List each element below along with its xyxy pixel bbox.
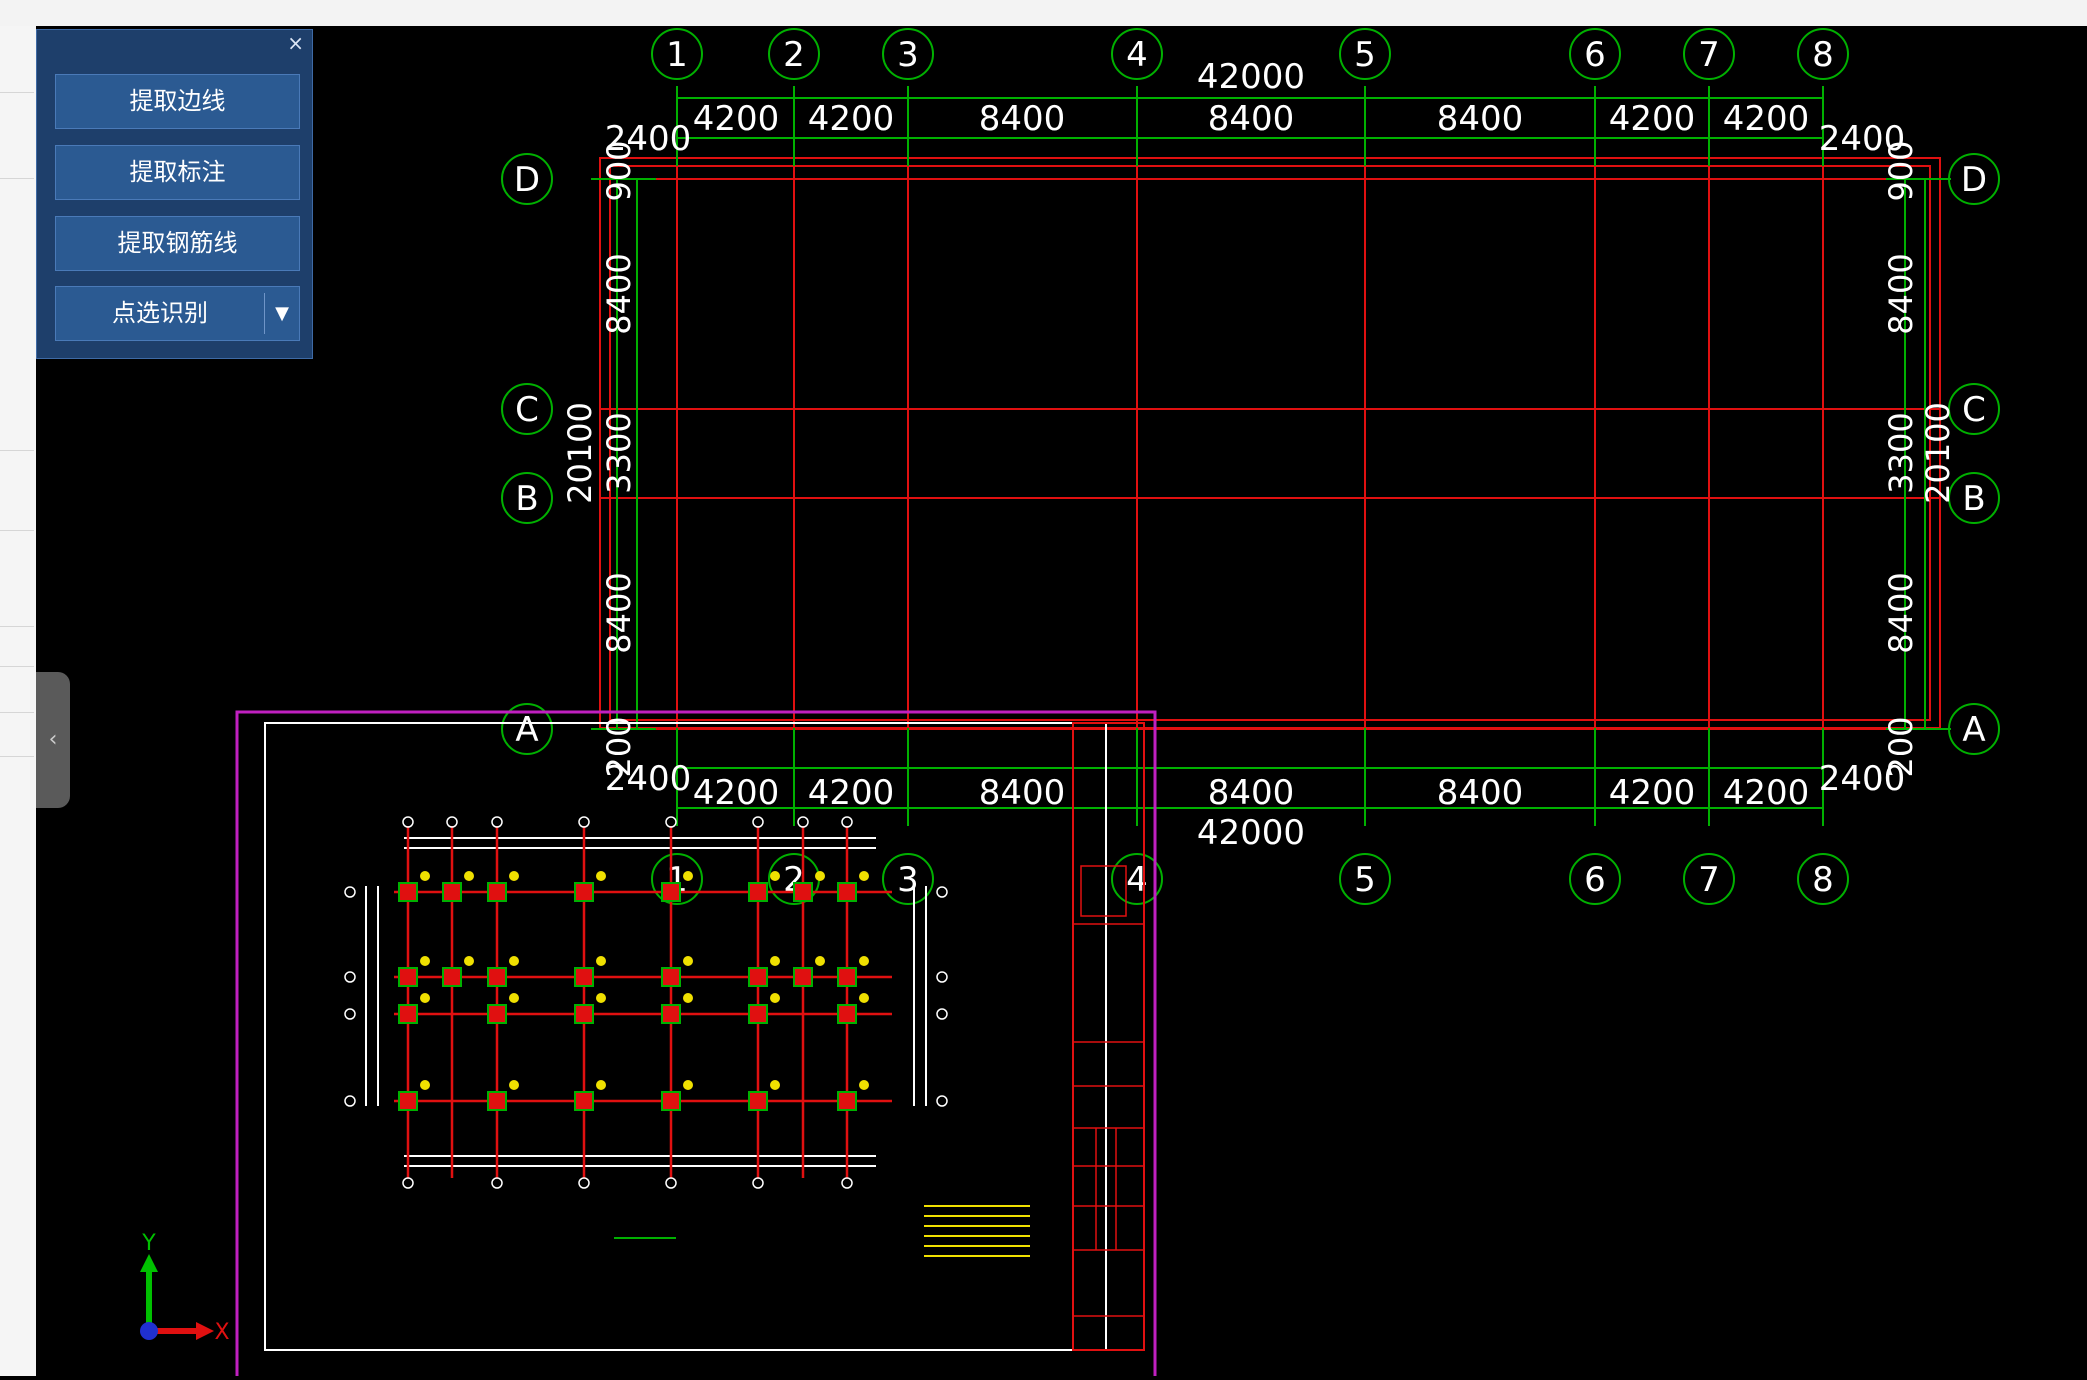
dim-right-bottom-offset: 200 xyxy=(1882,716,1920,777)
axis-label-right-A: A xyxy=(1962,710,1985,750)
axis-label-top-1: 1 xyxy=(666,35,688,75)
axis-label-right-D: D xyxy=(1961,160,1987,200)
ucs-y-label: Y xyxy=(141,1231,156,1256)
panel-titlebar[interactable]: × xyxy=(37,30,312,58)
dim-bottom-bay-7: 4200 xyxy=(1723,773,1810,813)
cad-drawing-canvas[interactable]: 1 2 3 4 5 6 7 8 1 2 3 4 5 6 7 8 D C B A … xyxy=(36,26,2087,1380)
top-toolbar-strip xyxy=(0,0,2087,26)
dim-left-span-3: 8400 xyxy=(600,572,638,653)
axis-label-right-C: C xyxy=(1962,390,1986,430)
axis-label-bottom-5: 5 xyxy=(1354,860,1376,900)
dim-left-top-offset: 900 xyxy=(600,140,638,201)
dim-top-bay-7: 4200 xyxy=(1723,99,1810,139)
collapse-panel-handle[interactable]: ‹ xyxy=(36,672,70,808)
dim-bottom-bay-4: 8400 xyxy=(1208,773,1295,813)
dim-overall-top: 42000 xyxy=(1197,57,1305,97)
dim-top-bay-1: 4200 xyxy=(693,99,780,139)
axis-label-top-7: 7 xyxy=(1698,35,1720,75)
recognition-tool-panel: × 提取边线 提取标注 提取钢筋线 点选识别 ▼ xyxy=(36,29,313,359)
point-select-recognize-split-button[interactable]: 点选识别 ▼ xyxy=(55,286,300,341)
axis-label-bottom-3: 3 xyxy=(897,860,919,900)
dim-bottom-bay-6: 4200 xyxy=(1609,773,1696,813)
left-side-panel xyxy=(0,26,37,1376)
axis-label-left-A: A xyxy=(515,710,538,750)
dim-right-span-2: 3300 xyxy=(1882,412,1920,493)
dim-top-bay-5: 8400 xyxy=(1437,99,1524,139)
point-select-recognize-label[interactable]: 点选识别 xyxy=(56,287,264,340)
axis-label-left-C: C xyxy=(515,390,539,430)
axis-label-top-4: 4 xyxy=(1126,35,1148,75)
dim-bottom-bay-1: 4200 xyxy=(693,773,780,813)
axis-label-bottom-8: 8 xyxy=(1812,860,1834,900)
dim-left-span-2: 3300 xyxy=(600,412,638,493)
axis-label-right-B: B xyxy=(1962,479,1985,519)
dim-left-overall: 20100 xyxy=(561,402,599,504)
axis-label-top-8: 8 xyxy=(1812,35,1834,75)
dim-left-bottom-offset: 200 xyxy=(600,716,638,777)
dim-top-bay-6: 4200 xyxy=(1609,99,1696,139)
dim-right-overall: 20100 xyxy=(1919,402,1957,504)
chevron-left-icon: ‹ xyxy=(48,727,58,752)
axis-label-top-3: 3 xyxy=(897,35,919,75)
extract-edges-button[interactable]: 提取边线 xyxy=(55,74,300,129)
dim-left-span-1: 8400 xyxy=(600,253,638,334)
close-icon[interactable]: × xyxy=(287,32,304,54)
dim-bottom-bay-3: 8400 xyxy=(979,773,1066,813)
axis-label-bottom-7: 7 xyxy=(1698,860,1720,900)
chevron-down-icon[interactable]: ▼ xyxy=(265,287,299,340)
dim-overall-bottom: 42000 xyxy=(1197,813,1305,853)
dim-right-span-3: 8400 xyxy=(1882,572,1920,653)
axis-label-left-B: B xyxy=(515,479,538,519)
dim-right-top-offset: 900 xyxy=(1882,140,1920,201)
ucs-x-label: X xyxy=(214,1320,229,1345)
dim-top-bay-2: 4200 xyxy=(808,99,895,139)
dim-top-bay-4: 8400 xyxy=(1208,99,1295,139)
dim-bottom-bay-2: 4200 xyxy=(808,773,895,813)
dim-bottom-bay-5: 8400 xyxy=(1437,773,1524,813)
extract-rebar-lines-button[interactable]: 提取钢筋线 xyxy=(55,216,300,271)
dim-right-span-1: 8400 xyxy=(1882,253,1920,334)
axis-label-top-5: 5 xyxy=(1354,35,1376,75)
axis-label-bottom-6: 6 xyxy=(1584,860,1606,900)
axis-label-top-2: 2 xyxy=(783,35,805,75)
axis-label-top-6: 6 xyxy=(1584,35,1606,75)
axis-label-left-D: D xyxy=(514,160,540,200)
extract-annotations-button[interactable]: 提取标注 xyxy=(55,145,300,200)
dim-top-bay-3: 8400 xyxy=(979,99,1066,139)
